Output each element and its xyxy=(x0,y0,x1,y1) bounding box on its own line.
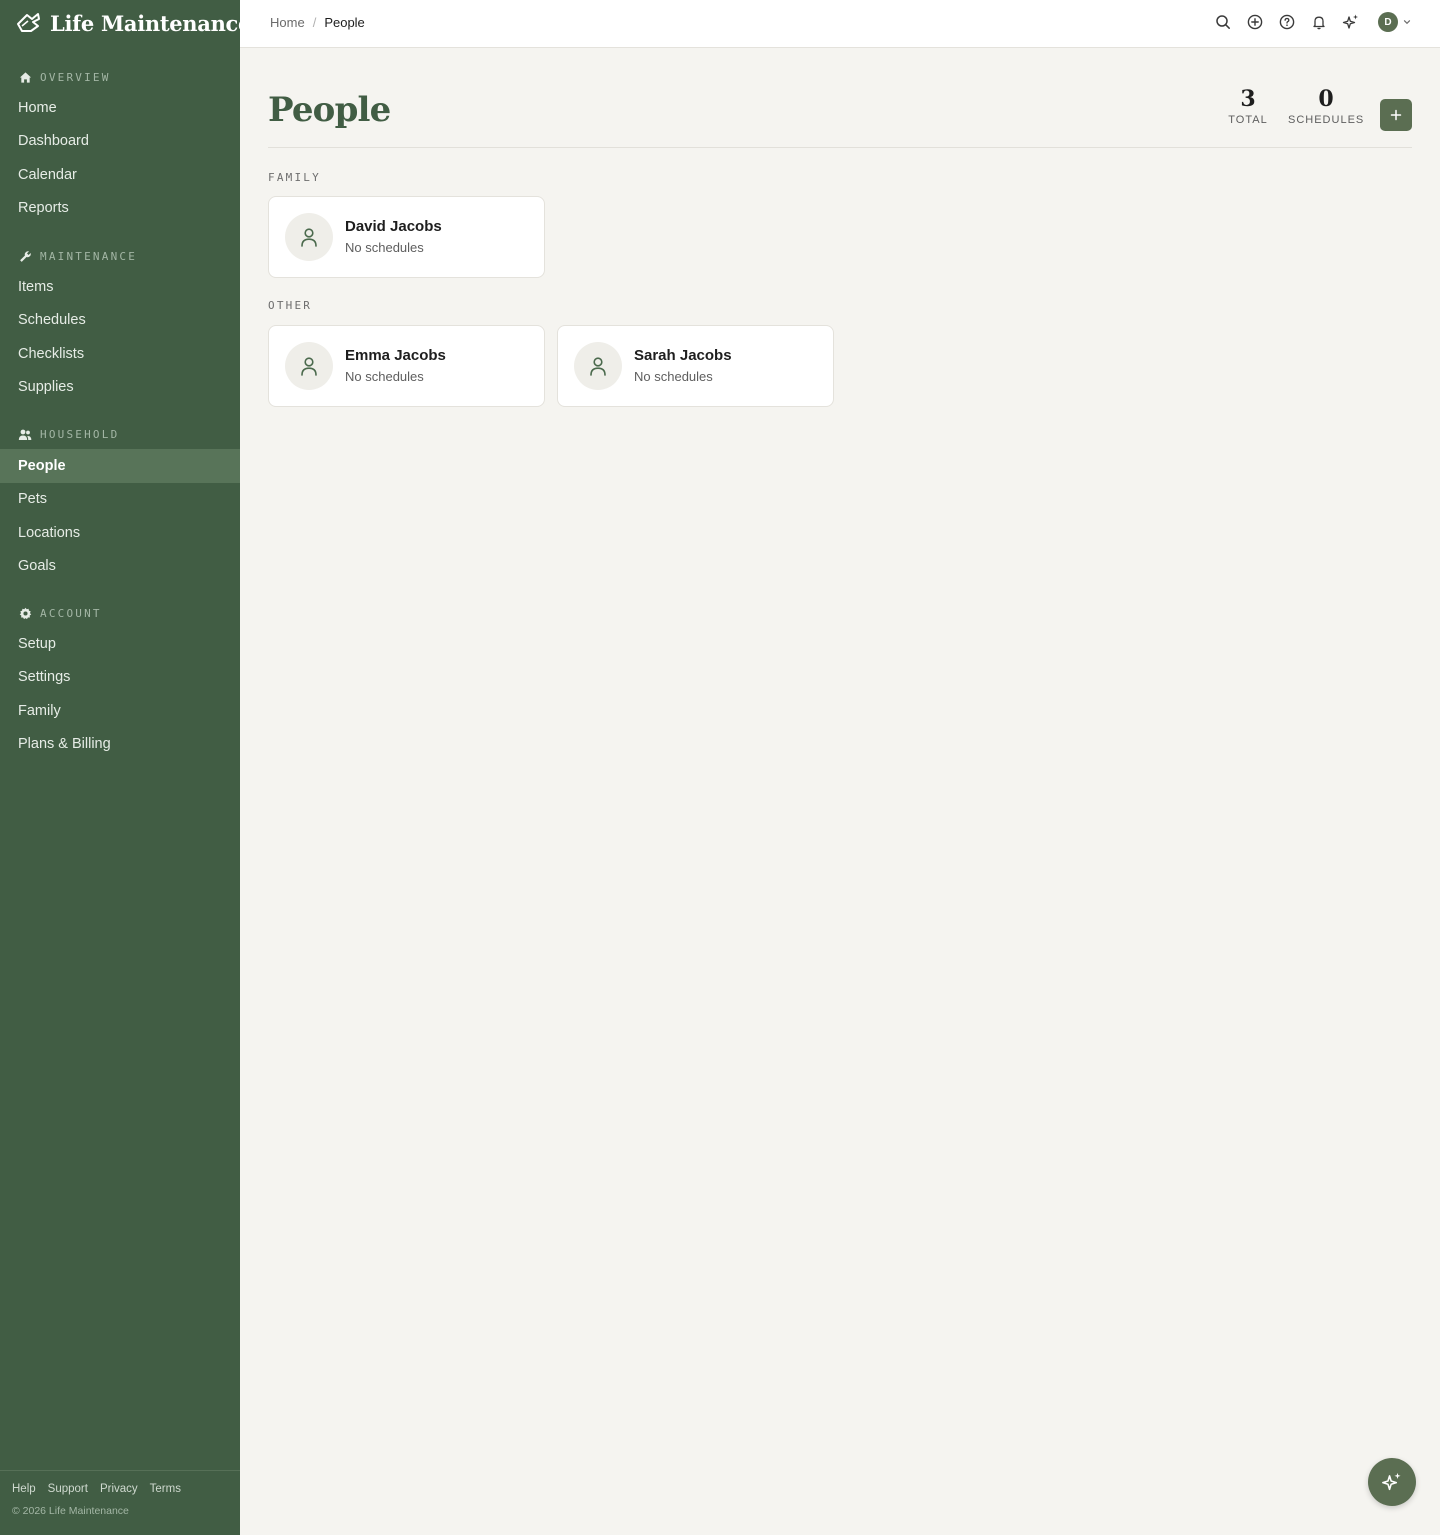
sidebar-item-home[interactable]: Home xyxy=(0,91,240,125)
sidebar-item-supplies[interactable]: Supplies xyxy=(0,371,240,405)
person-schedules: No schedules xyxy=(345,240,424,255)
person-schedules: No schedules xyxy=(345,369,424,384)
section-label: HOUSEHOLD xyxy=(40,427,120,441)
person-card[interactable]: David Jacobs No schedules xyxy=(268,196,545,278)
footer-link-terms[interactable]: Terms xyxy=(150,1483,181,1495)
user-icon xyxy=(301,357,317,376)
user-icon xyxy=(590,357,606,376)
sidebar-item-plans-billing[interactable]: Plans & Billing xyxy=(0,728,240,762)
sidebar-item-family[interactable]: Family xyxy=(0,694,240,728)
page-title: People xyxy=(268,90,391,130)
section-header-account: ACCOUNT xyxy=(0,602,240,624)
bell-icon[interactable] xyxy=(1310,13,1328,31)
nav-section-overview: OVERVIEW Home Dashboard Calendar Reports xyxy=(0,66,240,225)
person-card[interactable]: Emma Jacobs No schedules xyxy=(268,325,545,407)
gear-icon xyxy=(18,606,32,620)
topbar-actions: D xyxy=(1214,12,1412,32)
section-label: MAINTENANCE xyxy=(40,249,138,263)
sidebar-item-schedules[interactable]: Schedules xyxy=(0,304,240,338)
sidebar-item-pets[interactable]: Pets xyxy=(0,483,240,517)
section-header-overview: OVERVIEW xyxy=(0,66,240,88)
sparkles-icon[interactable] xyxy=(1342,13,1360,31)
stat-value: 0 xyxy=(1318,86,1334,112)
sidebar-item-setup[interactable]: Setup xyxy=(0,627,240,661)
stat-label: TOTAL xyxy=(1228,114,1268,126)
sidebar-item-checklists[interactable]: Checklists xyxy=(0,337,240,371)
footer-link-help[interactable]: Help xyxy=(12,1483,36,1495)
stat-total: 3 TOTAL xyxy=(1228,86,1268,126)
topbar: Home / People D xyxy=(240,0,1440,48)
users-icon xyxy=(18,427,32,441)
nav-section-maintenance: MAINTENANCE Items Schedules Checklists S… xyxy=(0,245,240,404)
sidebar-item-settings[interactable]: Settings xyxy=(0,661,240,695)
section-header-household: HOUSEHOLD xyxy=(0,423,240,445)
footer-link-privacy[interactable]: Privacy xyxy=(100,1483,138,1495)
person-avatar xyxy=(285,342,333,390)
user-icon xyxy=(301,228,317,247)
nav-section-account: ACCOUNT Setup Settings Family Plans & Bi… xyxy=(0,602,240,761)
person-name: Emma Jacobs xyxy=(345,347,446,364)
person-schedules: No schedules xyxy=(634,369,713,384)
plus-icon xyxy=(1390,109,1402,121)
sidebar-item-goals[interactable]: Goals xyxy=(0,550,240,584)
sidebar-footer: Help Support Privacy Terms © 2026 Life M… xyxy=(0,1470,240,1535)
group-label-other: OTHER xyxy=(268,299,313,312)
add-person-button[interactable] xyxy=(1380,99,1412,131)
person-card[interactable]: Sarah Jacobs No schedules xyxy=(557,325,834,407)
sidebar-item-locations[interactable]: Locations xyxy=(0,516,240,550)
user-menu[interactable]: D xyxy=(1378,12,1412,32)
breadcrumb-home[interactable]: Home xyxy=(270,15,305,30)
app-name: Life Maintenance xyxy=(50,10,252,36)
section-label: OVERVIEW xyxy=(40,70,111,84)
stat-label: SCHEDULES xyxy=(1288,114,1365,126)
stat-schedules: 0 SCHEDULES xyxy=(1288,86,1364,126)
sidebar-item-calendar[interactable]: Calendar xyxy=(0,158,240,192)
breadcrumb-current: People xyxy=(324,15,365,30)
section-label: ACCOUNT xyxy=(40,606,102,620)
sidebar-item-items[interactable]: Items xyxy=(0,270,240,304)
section-header-maintenance: MAINTENANCE xyxy=(0,245,240,267)
header-divider xyxy=(268,147,1412,148)
sparkles-icon xyxy=(1382,1472,1401,1491)
person-avatar xyxy=(574,342,622,390)
search-icon[interactable] xyxy=(1214,13,1232,31)
help-icon[interactable] xyxy=(1278,13,1296,31)
sidebar-item-reports[interactable]: Reports xyxy=(0,192,240,226)
breadcrumb-separator: / xyxy=(312,15,317,30)
sidebar-item-people[interactable]: People xyxy=(0,449,240,483)
nav-section-household: HOUSEHOLD People Pets Locations Goals xyxy=(0,423,240,583)
home-icon xyxy=(18,70,32,84)
plus-circle-icon[interactable] xyxy=(1246,13,1264,31)
footer-link-support[interactable]: Support xyxy=(48,1483,88,1495)
chevron-down-icon xyxy=(1403,20,1411,25)
ai-assistant-button[interactable] xyxy=(1368,1458,1416,1506)
sidebar-item-dashboard[interactable]: Dashboard xyxy=(0,125,240,159)
avatar: D xyxy=(1378,12,1398,32)
person-name: Sarah Jacobs xyxy=(634,347,732,364)
copyright: © 2026 Life Maintenance xyxy=(12,1505,129,1517)
person-name: David Jacobs xyxy=(345,218,442,235)
stat-value: 3 xyxy=(1240,86,1256,112)
wrench-icon xyxy=(18,249,32,263)
footer-links: Help Support Privacy Terms xyxy=(12,1483,181,1495)
brand-logo[interactable]: Life Maintenance xyxy=(16,9,251,37)
group-label-family: FAMILY xyxy=(268,171,321,184)
breadcrumb: Home / People xyxy=(270,15,365,30)
person-avatar xyxy=(285,213,333,261)
logo-icon xyxy=(17,13,40,32)
sidebar: Life Maintenance OVERVIEW Home Dashboard… xyxy=(0,0,251,1535)
